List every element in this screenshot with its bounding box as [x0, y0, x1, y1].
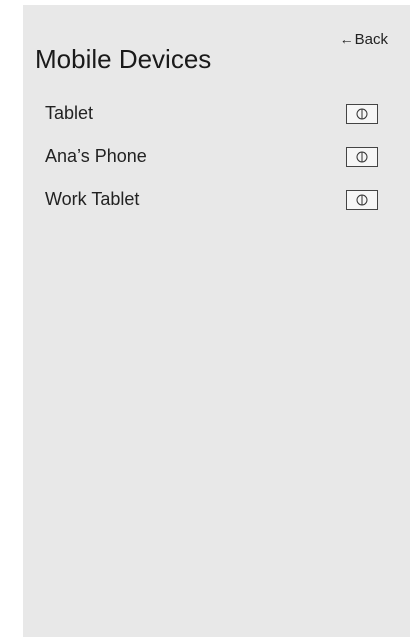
back-link[interactable]: ←Back — [340, 31, 388, 48]
page-title: Mobile Devices — [35, 44, 212, 74]
device-row: Tablet — [23, 95, 410, 138]
power-icon — [356, 194, 368, 206]
back-arrow-icon: ← — [339, 31, 354, 47]
power-toggle-button[interactable] — [346, 190, 378, 210]
power-toggle-button[interactable] — [346, 104, 378, 124]
device-row: Ana’s Phone — [23, 138, 410, 181]
device-name: Tablet — [45, 103, 94, 123]
power-icon — [356, 108, 368, 120]
power-toggle-button[interactable] — [346, 147, 378, 167]
device-row: Work Tablet — [23, 181, 410, 224]
power-icon — [356, 151, 368, 163]
back-label: Back — [354, 31, 388, 48]
device-name: Ana’s Phone — [45, 146, 147, 166]
device-name: Work Tablet — [45, 189, 140, 209]
device-list: Tablet Ana’s Phone Work Tablet — [23, 95, 410, 224]
mobile-devices-panel: ←Back Mobile Devices Tablet Ana’s Phone — [23, 5, 410, 637]
